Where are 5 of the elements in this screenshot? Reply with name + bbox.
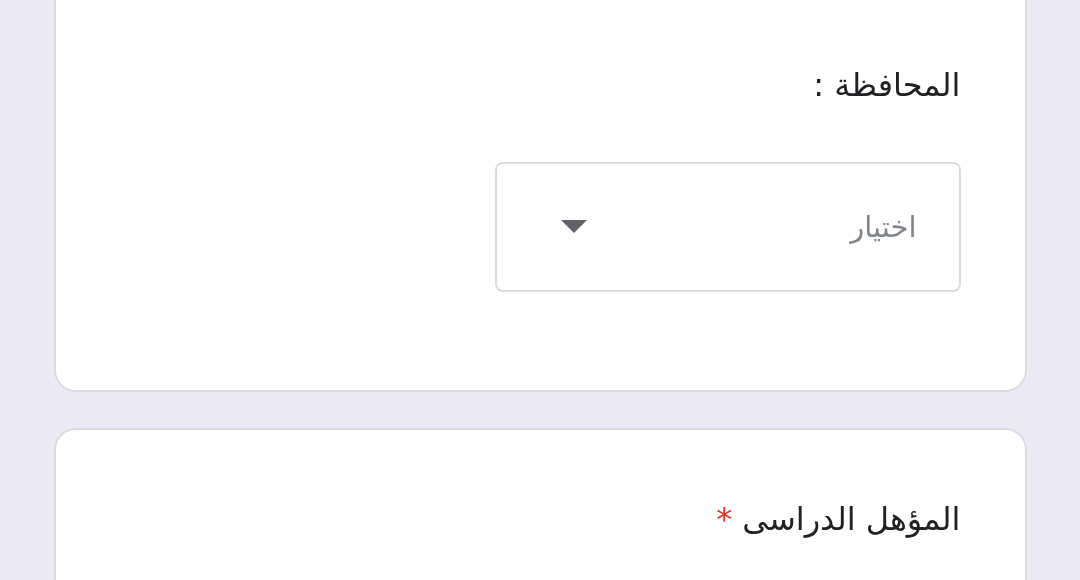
question-label: المحافظة : [813,66,961,105]
dropdown[interactable]: اختيار [494,162,961,293]
required-mark: * [716,500,733,538]
caret-icon [560,220,587,235]
question-label: المؤهل الدراسى * [716,500,961,539]
